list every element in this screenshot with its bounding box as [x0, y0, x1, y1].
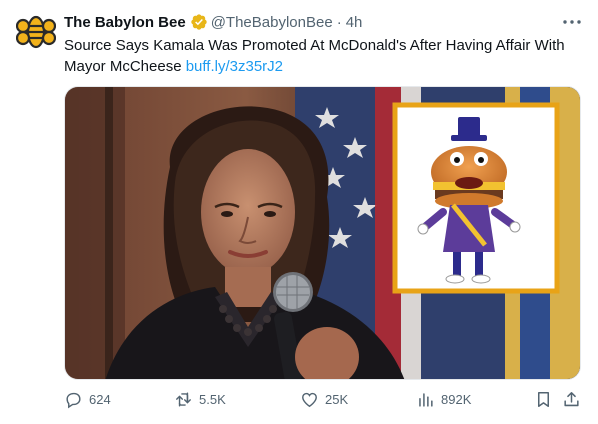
bookmark-button[interactable]: [534, 390, 559, 409]
like-button[interactable]: 25K: [300, 390, 348, 409]
tweet-time[interactable]: 4h: [346, 14, 363, 31]
tweet[interactable]: The Babylon Bee @TheBabylonBee · 4h Sour…: [0, 0, 598, 424]
verified-badge-icon: [190, 13, 208, 31]
author-handle[interactable]: @TheBabylonBee: [211, 14, 333, 31]
reply-count: 624: [89, 392, 111, 407]
tweet-text: Source Says Kamala Was Promoted At McDon…: [64, 35, 584, 77]
babylon-bee-logo[interactable]: [15, 12, 57, 52]
retweet-button[interactable]: 5.5K: [174, 390, 226, 409]
share-icon: [564, 392, 579, 407]
tweet-media[interactable]: [64, 86, 581, 380]
reply-button[interactable]: 624: [64, 390, 111, 409]
views-button[interactable]: 892K: [416, 390, 471, 409]
more-icon[interactable]: [560, 10, 584, 34]
share-button[interactable]: [562, 390, 587, 409]
tweet-header: The Babylon Bee @TheBabylonBee · 4h: [64, 13, 558, 31]
retweet-count: 5.5K: [199, 392, 226, 407]
separator-dot: ·: [336, 13, 342, 31]
like-count: 25K: [325, 392, 349, 407]
tweet-link[interactable]: buff.ly/3z35rJ2: [186, 58, 283, 75]
views-icon: [419, 393, 433, 407]
reply-icon: [66, 392, 81, 409]
views-count: 892K: [441, 392, 472, 407]
author-name[interactable]: The Babylon Bee: [64, 14, 186, 31]
tweet-body: Source Says Kamala Was Promoted At McDon…: [64, 37, 565, 75]
media-image: [65, 87, 580, 379]
tweet-actions: 624 5.5K 25K 892K: [64, 390, 584, 416]
like-icon: [302, 392, 317, 408]
retweet-icon: [176, 392, 191, 407]
bookmark-icon: [537, 392, 550, 407]
